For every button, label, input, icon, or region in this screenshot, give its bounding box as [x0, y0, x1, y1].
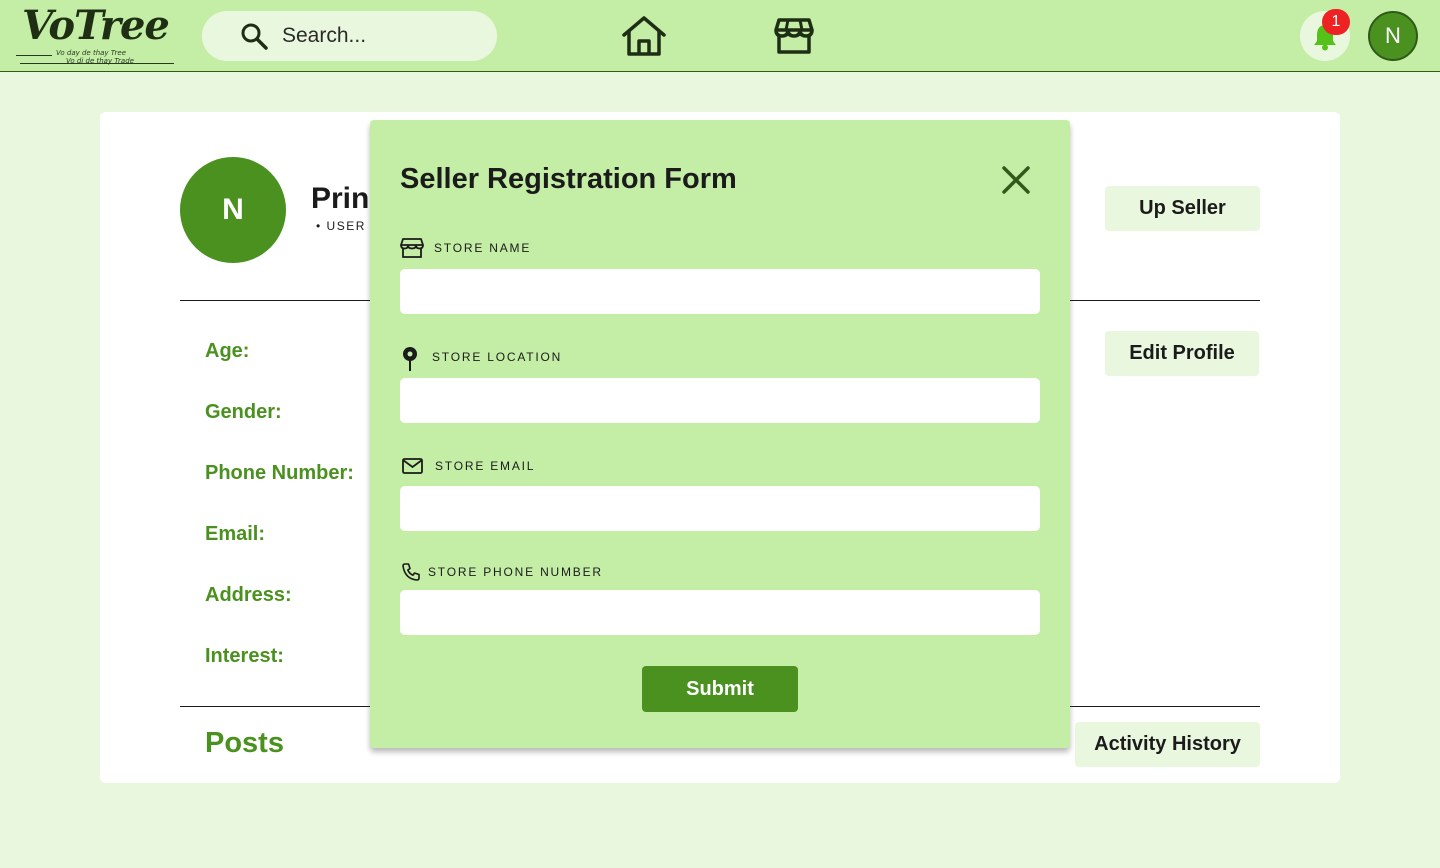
logo-tagline-1: Vo day de thay Tree	[56, 49, 127, 57]
gender-label: Gender:	[205, 401, 282, 423]
seller-registration-modal: Seller Registration Form STORE NAME STOR…	[370, 120, 1070, 748]
store-icon	[400, 238, 424, 258]
activity-history-button[interactable]: Activity History	[1075, 722, 1260, 767]
age-label: Age:	[205, 340, 250, 362]
submit-button[interactable]: Submit	[642, 666, 798, 712]
posts-heading: Posts	[205, 727, 284, 759]
store-name-label-text: STORE NAME	[434, 241, 532, 255]
search-bar[interactable]	[202, 11, 497, 61]
phone-icon	[402, 563, 420, 581]
profile-avatar: N	[180, 157, 286, 263]
phone-number-label: Phone Number:	[205, 462, 354, 484]
votree-logo[interactable]: VoTree Vo day de thay Tree Vo di de thay…	[16, 2, 176, 68]
search-icon	[241, 23, 268, 50]
address-label: Address:	[205, 584, 292, 606]
home-icon[interactable]	[620, 14, 668, 58]
mail-icon	[402, 458, 423, 474]
profile-role: • USER	[316, 219, 366, 233]
email-label: Email:	[205, 523, 266, 545]
edit-profile-button[interactable]: Edit Profile	[1105, 331, 1259, 376]
store-phone-input[interactable]	[400, 590, 1040, 635]
modal-title: Seller Registration Form	[400, 163, 737, 195]
interest-label: Interest:	[205, 645, 284, 667]
logo-underline	[20, 63, 174, 64]
store-phone-label-text: STORE PHONE NUMBER	[428, 565, 603, 579]
search-input[interactable]	[282, 19, 482, 53]
store-email-label-text: STORE EMAIL	[435, 459, 536, 473]
store-icon[interactable]	[774, 16, 814, 56]
user-avatar[interactable]: N	[1368, 11, 1418, 61]
store-location-label-text: STORE LOCATION	[432, 350, 563, 364]
close-icon[interactable]	[998, 162, 1034, 198]
logo-rule	[16, 55, 52, 56]
top-bar: VoTree Vo day de thay Tree Vo di de thay…	[0, 0, 1440, 72]
store-name-input[interactable]	[400, 269, 1040, 314]
notifications-button[interactable]: 1	[1300, 9, 1350, 61]
notification-count-badge: 1	[1322, 9, 1350, 35]
logo-wordmark: VoTree	[22, 2, 170, 49]
up-seller-button[interactable]: Up Seller	[1105, 186, 1260, 231]
store-location-input[interactable]	[400, 378, 1040, 423]
store-email-input[interactable]	[400, 486, 1040, 531]
location-pin-icon	[403, 347, 417, 371]
